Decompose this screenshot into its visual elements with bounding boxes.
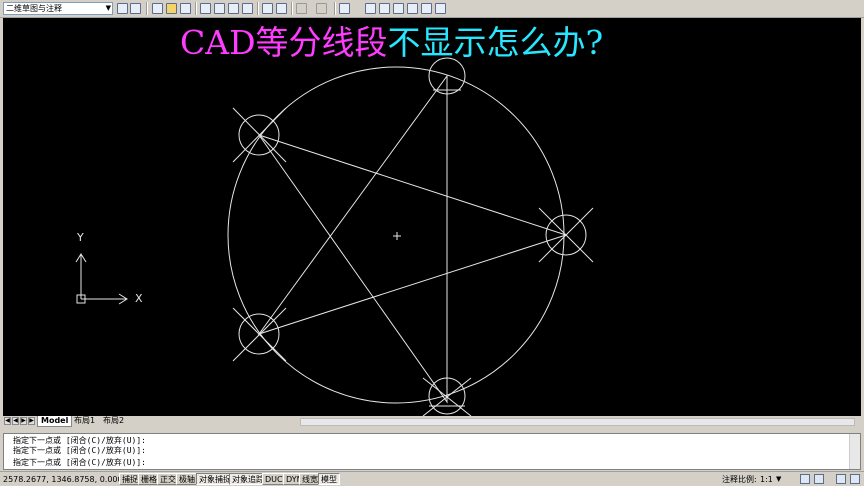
calculator-icon[interactable] [435,3,446,14]
tab-last-icon[interactable]: ▶ [28,417,35,425]
save-icon[interactable] [180,3,191,14]
new-icon[interactable] [152,3,163,14]
publish-icon[interactable] [228,3,239,14]
match-properties-icon[interactable] [276,3,287,14]
command-history-line: 指定下一点或 [闭合(C)/放弃(U)]: [13,436,146,445]
title-part-magenta: CAD等分线段 [180,23,388,62]
chevron-down-icon: ▼ [105,4,111,12]
main-circle [227,66,565,404]
toolbar-separator [195,2,197,15]
annotation-visibility-icon[interactable] [800,474,810,484]
coordinate-readout: 2578.2677, 1346.8758, 0.0000 [3,475,128,484]
model-toggle[interactable]: 模型 [318,473,340,485]
workspace-settings-icon[interactable] [117,3,128,14]
polar-toggle[interactable]: 极轴 [176,473,198,485]
clean-screen-icon[interactable] [850,474,860,484]
standard-toolbar: 二维草图与注释 ▼ [0,0,864,18]
drawing-geometry [75,57,594,416]
print-icon[interactable] [200,3,211,14]
annotation-scale-value[interactable]: 1:1 [760,473,773,486]
toolbar-separator [257,2,259,15]
tab-next-icon[interactable]: ▶ [20,417,27,425]
toolbar-separator [334,2,336,15]
preview-icon[interactable] [214,3,225,14]
annotation-scale-label: 注释比例: [722,475,757,484]
tab-prev-icon[interactable]: ◀ [12,417,19,425]
tab-layout1[interactable]: 布局1 [71,416,98,426]
markup-icon[interactable] [421,3,432,14]
toolbar-separator [291,2,293,15]
workspace-icon[interactable] [130,3,141,14]
command-prompt-line[interactable]: 指定下一点或 [闭合(C)/放弃(U)]: [13,458,146,468]
status-bar: 2578.2677, 1346.8758, 0.0000 捕捉 栅格 正交 极轴… [0,471,864,486]
chevron-down-icon[interactable]: ▼ [776,473,781,486]
sheet-set-icon[interactable] [407,3,418,14]
ucs-x-label: X [135,292,143,305]
workspace-value: 二维草图与注释 [6,4,62,13]
drawing-canvas[interactable]: CAD等分线段不显示怎么办? Y X [3,18,861,416]
horizontal-scrollbar[interactable] [300,418,855,426]
auto-scale-icon[interactable] [814,474,824,484]
redo-icon[interactable] [316,3,327,14]
tab-model[interactable]: Model [37,416,73,427]
3d-publish-icon[interactable] [242,3,253,14]
command-history-line: 指定下一点或 [闭合(C)/放弃(U)]: [13,446,146,455]
tab-first-icon[interactable]: ◀ [4,417,11,425]
workspace-dropdown[interactable]: 二维草图与注释 ▼ [3,2,113,15]
pan-icon[interactable] [339,3,350,14]
star-polyline [257,74,568,404]
title-part-cyan: 不显示怎么办? [387,23,604,62]
ucs-y-label: Y [77,231,84,244]
tab-layout2[interactable]: 布局2 [100,416,127,426]
lock-icon[interactable] [836,474,846,484]
cut-icon[interactable] [262,3,273,14]
properties-icon[interactable] [365,3,376,14]
command-scrollbar[interactable] [849,434,860,469]
video-title-overlay: CAD等分线段不显示怎么办? [180,21,603,65]
undo-icon[interactable] [296,3,307,14]
open-icon[interactable] [166,3,177,14]
command-window[interactable]: 指定下一点或 [闭合(C)/放弃(U)]: 指定下一点或 [闭合(C)/放弃(U… [3,433,861,470]
toolbar-separator [146,2,148,15]
tool-palettes-icon[interactable] [393,3,404,14]
design-center-icon[interactable] [379,3,390,14]
